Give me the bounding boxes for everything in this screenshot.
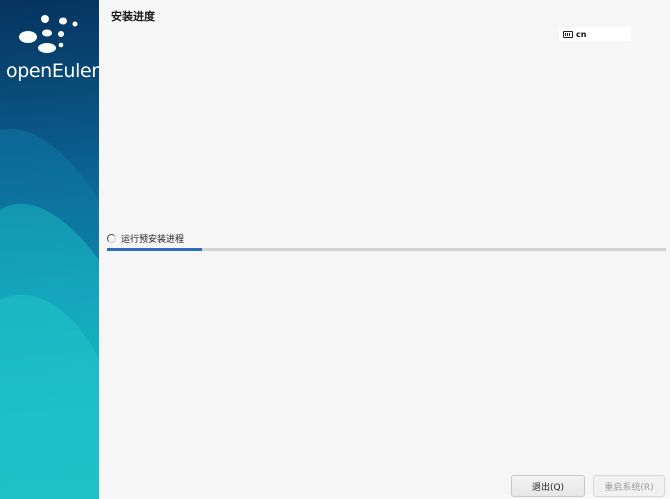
installer-window: openEuler 安装进度 cn 运行预安装进程 退出(Q) 重启系统(R)	[0, 0, 670, 499]
sidebar-banner: openEuler	[0, 0, 99, 499]
progress-status: 运行预安装进程	[107, 232, 184, 245]
quit-button[interactable]: 退出(Q)	[511, 475, 585, 497]
progress-bar	[107, 248, 666, 251]
keyboard-layout-indicator[interactable]: cn	[559, 27, 631, 41]
main-panel: 安装进度 cn 运行预安装进程 退出(Q) 重启系统(R)	[99, 0, 670, 499]
reboot-button[interactable]: 重启系统(R)	[593, 475, 665, 497]
page-title: 安装进度	[111, 10, 155, 23]
logo-text: openEuler	[6, 60, 99, 82]
progress-status-text: 运行预安装进程	[121, 235, 185, 245]
keyboard-icon	[563, 30, 573, 38]
openeuler-dots-icon	[19, 15, 78, 53]
progress-bar-fill	[107, 248, 203, 251]
spinner-icon	[107, 234, 116, 243]
keyboard-layout-label: cn	[576, 29, 587, 39]
